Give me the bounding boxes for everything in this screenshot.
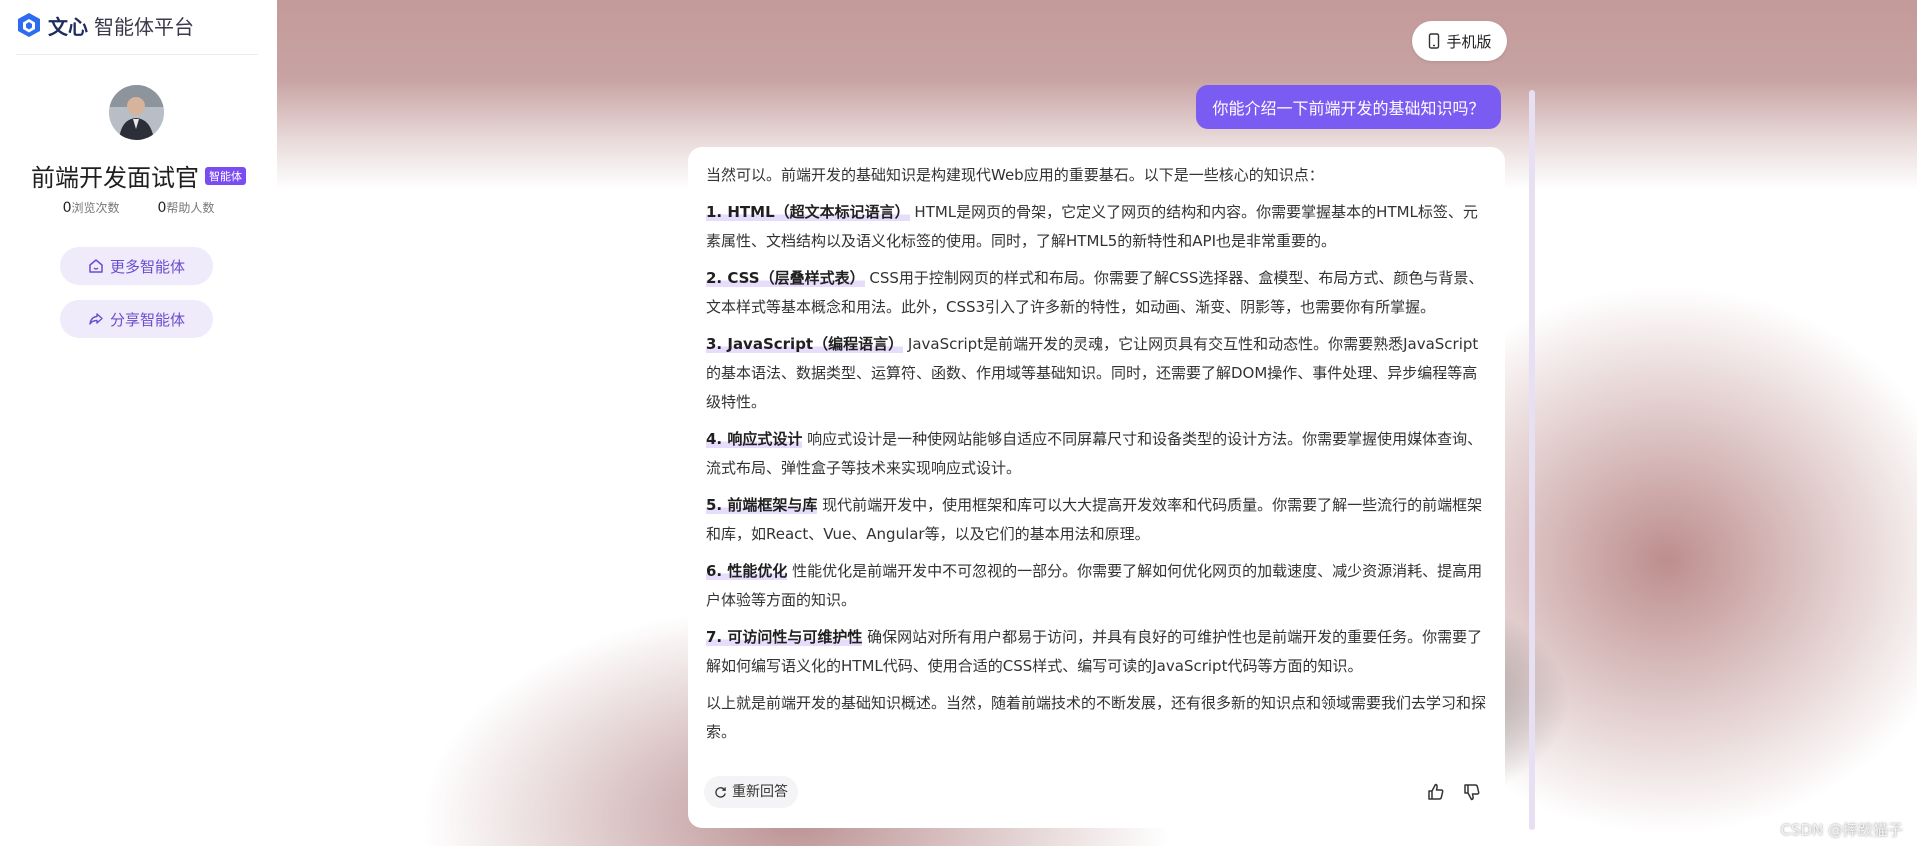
more-agents-button[interactable]: 更多智能体	[60, 247, 213, 285]
answer-item-title: 2. CSS（层叠样式表）	[706, 269, 865, 287]
answer-item-title: 7. 可访问性与可维护性	[706, 628, 863, 646]
user-message-text: 你能介绍一下前端开发的基础知识吗？	[1212, 99, 1485, 118]
brand-logo[interactable]: 文心 智能体平台	[16, 12, 194, 39]
more-agents-label: 更多智能体	[109, 257, 185, 276]
agent-badge: 智能体	[205, 166, 246, 185]
share-icon	[89, 313, 103, 325]
answer-intro: 当然可以。前端开发的基础知识是构建现代Web应用的重要基石。以下是一些核心的知识…	[706, 166, 1324, 184]
mobile-version-label: 手机版	[1446, 32, 1492, 51]
answer-footer: 重新回答	[704, 776, 1489, 808]
answer-item-body: 响应式设计是一种使网站能够自适应不同屏幕尺寸和设备类型的设计方法。你需要掌握使用…	[706, 430, 1483, 477]
mobile-version-button[interactable]: 手机版	[1412, 21, 1507, 61]
chat-area: 手机版 你能介绍一下前端开发的基础知识吗？ 当然可以。前端开发的基础知识是构建现…	[277, 0, 1917, 846]
avatar-image	[109, 85, 164, 140]
csdn-watermark: CSDN @摔跤猫子	[1780, 821, 1903, 839]
agent-name: 前端开发面试官	[31, 164, 199, 192]
answer-item: 1. HTML（超文本标记语言） HTML是网页的骨架，它定义了网页的结构和内容…	[706, 198, 1489, 256]
answer-item: 3. JavaScript（编程语言） JavaScript是前端开发的灵魂，它…	[706, 330, 1489, 417]
share-agent-button[interactable]: 分享智能体	[60, 300, 213, 338]
brand-name-light: 智能体平台	[94, 14, 194, 39]
user-message-bubble: 你能介绍一下前端开发的基础知识吗？	[1196, 85, 1501, 129]
thumbs-down-button[interactable]	[1459, 779, 1485, 805]
refresh-icon	[715, 786, 726, 798]
agent-name-row: 前端开发面试官 智能体	[0, 158, 277, 193]
answer-item: 2. CSS（层叠样式表） CSS用于控制网页的样式和布局。你需要了解CSS选择…	[706, 264, 1489, 322]
answer-item-title: 4. 响应式设计	[706, 430, 803, 448]
answer-outro: 以上就是前端开发的基础知识概述。当然，随着前端技术的不断发展，还有很多新的知识点…	[706, 694, 1487, 741]
regenerate-label: 重新回答	[732, 783, 788, 800]
home-icon	[89, 259, 103, 273]
thumbs-up-button[interactable]	[1423, 779, 1449, 805]
answer-item-title: 6. 性能优化	[706, 562, 788, 580]
answer-item-title: 5. 前端框架与库	[706, 496, 818, 514]
thumbs-down-icon	[1464, 784, 1480, 801]
brand-divider	[16, 54, 258, 55]
assistant-answer-card: 当然可以。前端开发的基础知识是构建现代Web应用的重要基石。以下是一些核心的知识…	[688, 147, 1505, 828]
brand-name-bold: 文心	[48, 14, 88, 39]
thumbs-up-icon	[1428, 783, 1444, 800]
sidebar: 文心 智能体平台 前端开发面试官 智能体 0浏览次数 0帮助人数 更多智能体 分…	[0, 0, 277, 846]
answer-item: 6. 性能优化 性能优化是前端开发中不可忽视的一部分。你需要了解如何优化网页的加…	[706, 557, 1489, 615]
helped-label: 帮助人数	[166, 201, 215, 215]
regenerate-button[interactable]: 重新回答	[704, 776, 798, 808]
answer-item: 4. 响应式设计 响应式设计是一种使网站能够自适应不同屏幕尺寸和设备类型的设计方…	[706, 425, 1489, 483]
views-label: 浏览次数	[71, 201, 120, 215]
agent-avatar	[109, 85, 164, 140]
answer-item-body: 现代前端开发中，使用框架和库可以大大提高开发效率和代码质量。你需要了解一些流行的…	[706, 496, 1483, 543]
answer-item-title: 1. HTML（超文本标记语言）	[706, 203, 910, 221]
chat-scrollbar[interactable]	[1529, 90, 1535, 830]
phone-icon	[1429, 33, 1440, 49]
helped-stat: 0帮助人数	[158, 199, 215, 216]
answer-item-body: 性能优化是前端开发中不可忽视的一部分。你需要了解如何优化网页的加载速度、减少资源…	[706, 562, 1483, 609]
answer-item-title: 3. JavaScript（编程语言）	[706, 335, 904, 353]
answer-item: 5. 前端框架与库 现代前端开发中，使用框架和库可以大大提高开发效率和代码质量。…	[706, 491, 1489, 549]
agent-stats: 0浏览次数 0帮助人数	[0, 199, 277, 216]
wenxin-logo-icon	[18, 13, 40, 37]
share-agent-label: 分享智能体	[109, 310, 185, 329]
answer-item: 7. 可访问性与可维护性 确保网站对所有用户都易于访问，并具有良好的可维护性也是…	[706, 623, 1489, 681]
views-stat: 0浏览次数	[63, 199, 120, 216]
